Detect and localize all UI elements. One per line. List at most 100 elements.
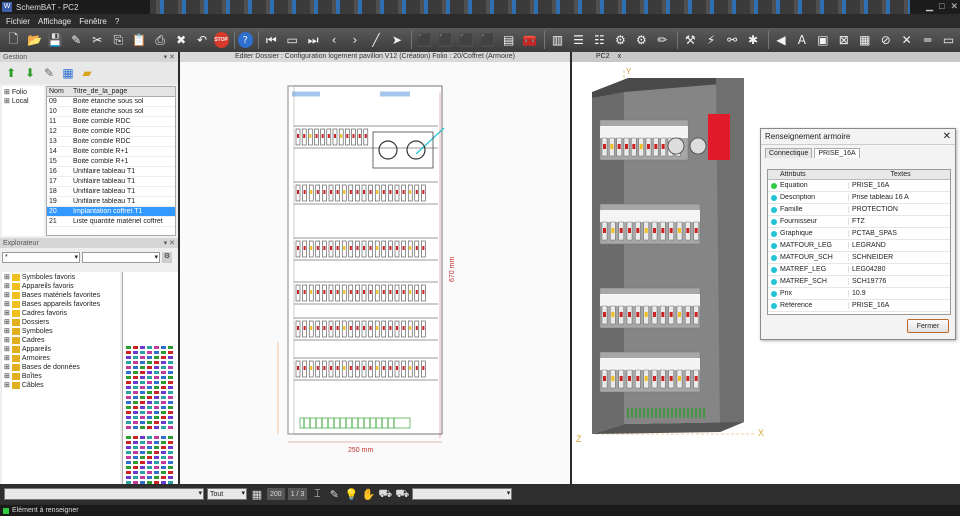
- attribute-row[interactable]: Prix 10.9: [768, 288, 950, 300]
- expand-icon[interactable]: ⊞: [4, 309, 10, 318]
- arrow-up-icon[interactable]: ⬆: [3, 65, 19, 81]
- grid-icon[interactable]: ▦: [855, 30, 874, 50]
- close-window-icon[interactable]: ✕: [950, 1, 958, 12]
- attribute-row[interactable]: MATREF_LEG LEG04280: [768, 264, 950, 276]
- cube-left-icon[interactable]: ⬛: [457, 30, 476, 50]
- expand-icon[interactable]: ⊞: [4, 300, 10, 309]
- first-page-icon[interactable]: ⏮: [262, 30, 281, 50]
- expand-icon[interactable]: ⊞: [4, 282, 10, 291]
- table-row[interactable]: 21 Liste quantité matériel coffret: [47, 217, 175, 227]
- explorer-item[interactable]: ⊞ Symboles favoris: [4, 273, 118, 282]
- explorer-item[interactable]: ⊞ Bases appareils favorites: [4, 300, 118, 309]
- command-combo[interactable]: [4, 488, 204, 500]
- no-entry-icon[interactable]: ⊘: [876, 30, 895, 50]
- stop-button[interactable]: STOP: [213, 32, 229, 48]
- wire-tool-icon[interactable]: ⚒: [681, 30, 700, 50]
- gear-tool-icon[interactable]: ✱: [744, 30, 763, 50]
- attribute-row[interactable]: Description Prise tableau 16 A: [768, 192, 950, 204]
- pencil-icon[interactable]: ✏: [653, 30, 672, 50]
- explorer-item[interactable]: ⊞ Appareils favoris: [4, 282, 118, 291]
- explorer-item[interactable]: ⊞ Bases matériels favorites: [4, 291, 118, 300]
- pin-icon[interactable]: ▾ ✕: [164, 239, 175, 247]
- editor-tab[interactable]: Editer Dossier : Configuration logement …: [180, 52, 570, 62]
- expand-icon[interactable]: ⊞: [4, 291, 10, 300]
- list-icon[interactable]: ☰: [569, 30, 588, 50]
- table-row[interactable]: 12 Boite comble RDC: [47, 127, 175, 137]
- toolbox-icon[interactable]: 🧰: [520, 30, 539, 50]
- explorer-type-combo[interactable]: [82, 252, 160, 263]
- explorer-item[interactable]: ⊞ Câbles: [4, 381, 118, 390]
- menu-help[interactable]: ?: [115, 17, 119, 26]
- help-button[interactable]: ?: [237, 32, 253, 48]
- expand-icon[interactable]: ⊞: [4, 336, 10, 345]
- column-header-nom[interactable]: Nom: [47, 88, 71, 95]
- pencil-icon[interactable]: ✎: [327, 487, 341, 501]
- connect-tool-icon[interactable]: ⚡: [702, 30, 721, 50]
- table-row[interactable]: 14 Boite comble R+1: [47, 147, 175, 157]
- hand-icon[interactable]: ✋: [361, 487, 375, 501]
- explorer-item[interactable]: ⊞ Cadres: [4, 336, 118, 345]
- panel-icon[interactable]: ▥: [548, 30, 567, 50]
- table-row[interactable]: 20 Implantation coffret T1: [47, 207, 175, 217]
- expand-icon[interactable]: ⊞: [4, 345, 10, 354]
- prev-icon[interactable]: ‹: [325, 30, 344, 50]
- text-cursor-icon[interactable]: ⌶: [310, 487, 324, 501]
- attribute-row[interactable]: Equation PRISE_16A: [768, 180, 950, 192]
- explorer-filter-combo[interactable]: *: [2, 252, 80, 263]
- attribute-row[interactable]: Fournisseur FTZ: [768, 216, 950, 228]
- page-view-icon[interactable]: ▭: [283, 30, 302, 50]
- rect-icon[interactable]: ▭: [939, 30, 958, 50]
- last-page-icon[interactable]: ⏭: [304, 30, 323, 50]
- maximize-icon[interactable]: □: [939, 1, 944, 12]
- save-icon[interactable]: 💾: [46, 30, 65, 50]
- cut-icon[interactable]: ✂: [88, 30, 107, 50]
- explorer-option-icon[interactable]: ⚙: [162, 252, 172, 263]
- paste-icon[interactable]: 📋: [130, 30, 149, 50]
- tab-prise-16a[interactable]: PRISE_16A: [814, 148, 860, 158]
- attribute-row[interactable]: MATREF_SCH SCH19776: [768, 276, 950, 288]
- copy-icon[interactable]: ⎘: [109, 30, 128, 50]
- expand-icon[interactable]: ⊞: [4, 354, 10, 363]
- explorer-item[interactable]: ⊞ Cadres favoris: [4, 309, 118, 318]
- explorer-item[interactable]: ⊞ Symboles: [4, 327, 118, 336]
- dialog-close-icon[interactable]: ✕: [943, 131, 951, 142]
- cancel-icon[interactable]: ✕: [897, 30, 916, 50]
- folder-icon[interactable]: ▰: [79, 65, 95, 81]
- cube-back-icon[interactable]: ⬛: [436, 30, 455, 50]
- settings-icon[interactable]: ⚙: [611, 30, 630, 50]
- list2-icon[interactable]: ☷: [590, 30, 609, 50]
- cube-right-icon[interactable]: ⬛: [478, 30, 497, 50]
- new-file-icon[interactable]: 🗋: [4, 30, 23, 50]
- undo-icon[interactable]: ↶: [193, 30, 212, 50]
- arrow-down-icon[interactable]: ⬇: [22, 65, 38, 81]
- attribute-row[interactable]: Graphique PCTAB_SPAS: [768, 228, 950, 240]
- explorer-item[interactable]: ⊞ Bases de données: [4, 363, 118, 372]
- truck2-icon[interactable]: ⛟: [395, 487, 409, 501]
- open-folder-icon[interactable]: 📂: [25, 30, 44, 50]
- edit-icon[interactable]: ✎: [67, 30, 86, 50]
- tree-item-local[interactable]: ⊞ Local: [4, 97, 42, 106]
- speaker-icon[interactable]: ◀: [771, 30, 790, 50]
- table-row[interactable]: 10 Boite étanche sous sol: [47, 107, 175, 117]
- layer-combo[interactable]: [412, 488, 513, 500]
- attribute-row[interactable]: Famille PROTECTION: [768, 204, 950, 216]
- cross-grid-icon[interactable]: ⊠: [834, 30, 853, 50]
- table-row[interactable]: 18 Unifilaire tableau T1: [47, 187, 175, 197]
- column-header-titre[interactable]: Titre_de_la_page: [71, 88, 175, 95]
- expand-icon[interactable]: ⊞: [4, 273, 10, 282]
- table-row[interactable]: 09 Boite étanche sous sol: [47, 97, 175, 107]
- settings2-icon[interactable]: ⚙: [632, 30, 651, 50]
- print-icon[interactable]: ⎙: [151, 30, 170, 50]
- explorer-item[interactable]: ⊞ Boîtes: [4, 372, 118, 381]
- explorer-item[interactable]: ⊞ Appareils: [4, 345, 118, 354]
- delete-icon[interactable]: ✖: [172, 30, 191, 50]
- menu-fenetre[interactable]: Fenêtre: [79, 17, 107, 26]
- view3d-tab[interactable]: PC2: [596, 52, 610, 62]
- menu-affichage[interactable]: Affichage: [38, 17, 71, 26]
- symbol-palette[interactable]: [122, 272, 178, 484]
- image-icon[interactable]: ▣: [813, 30, 832, 50]
- cabinet-icon[interactable]: ▤: [499, 30, 518, 50]
- expand-icon[interactable]: ⊞: [4, 381, 10, 390]
- truck-icon[interactable]: ⛟: [378, 487, 392, 501]
- expand-icon[interactable]: ⊞: [4, 363, 10, 372]
